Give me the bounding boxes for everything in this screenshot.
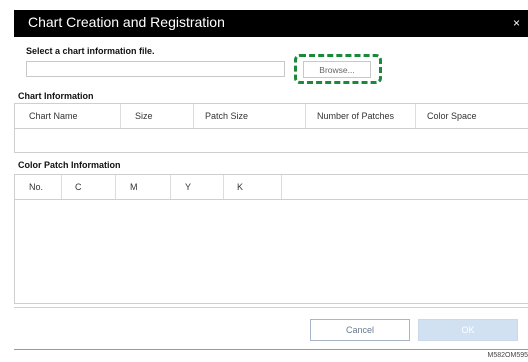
figure-bottom-rule — [14, 349, 528, 350]
file-select-label: Select a chart information file. — [26, 46, 155, 56]
col-chart-name: Chart Name — [29, 111, 78, 121]
col-color-space: Color Space — [427, 111, 477, 121]
patch-info-label: Color Patch Information — [18, 160, 121, 170]
col-m: M — [130, 182, 138, 192]
footer-divider — [14, 307, 528, 308]
col-size: Size — [135, 111, 153, 121]
chart-info-table: Chart Name Size Patch Size Number of Pat… — [14, 103, 528, 153]
ok-button[interactable]: OK — [418, 319, 518, 341]
dialog-title: Chart Creation and Registration — [28, 14, 225, 30]
chart-info-label: Chart Information — [18, 91, 94, 101]
dialog-titlebar: Chart Creation and Registration × — [14, 10, 528, 37]
col-patch-size: Patch Size — [205, 111, 249, 121]
col-k: K — [237, 182, 244, 192]
col-c: C — [75, 182, 82, 192]
browse-button[interactable]: Browse... — [303, 61, 371, 78]
cancel-button[interactable]: Cancel — [310, 319, 410, 341]
col-no: No. — [29, 182, 44, 192]
patch-info-header: No. C M Y K — [15, 175, 528, 200]
patch-info-table[interactable]: No. C M Y K — [14, 174, 528, 304]
figure-caption: M582OM595 — [487, 352, 528, 359]
chart-info-header: Chart Name Size Patch Size Number of Pat… — [15, 104, 528, 129]
close-icon[interactable]: × — [513, 16, 520, 30]
col-y: Y — [185, 182, 192, 192]
col-number-of-patches: Number of Patches — [317, 111, 395, 121]
file-path-field[interactable] — [26, 61, 285, 77]
